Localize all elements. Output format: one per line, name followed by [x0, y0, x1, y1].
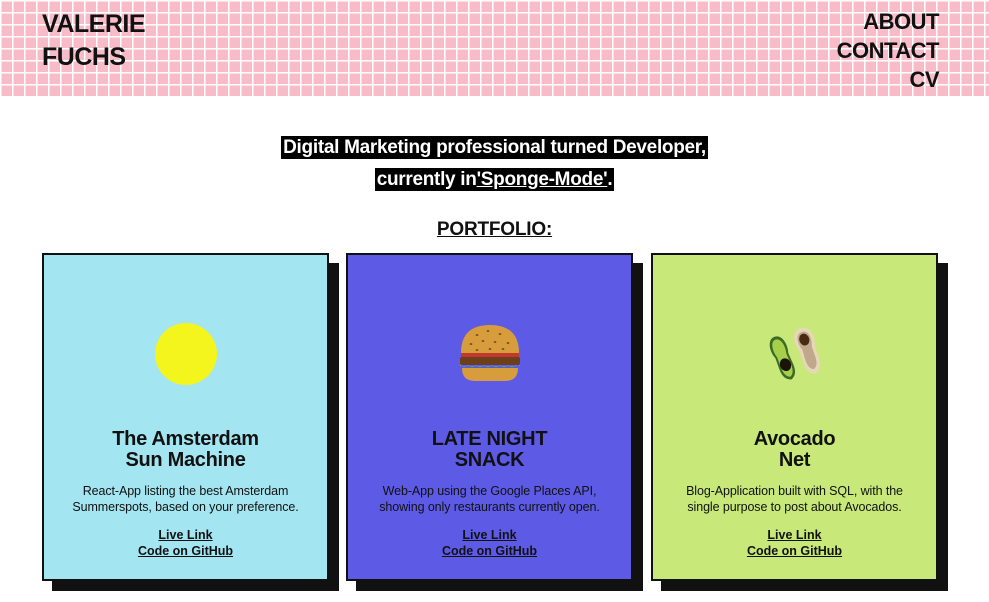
project-card-avocado-net: Avocado Net Blog-Application built with … [651, 253, 938, 581]
project-description: Web-App using the Google Places API, sho… [358, 483, 621, 515]
project-card-sun-machine: The Amsterdam Sun Machine React-App list… [42, 253, 329, 581]
header: VALERIE FUCHS ABOUT CONTACT CV [0, 0, 989, 96]
project-desc-line-2: showing only restaurants currently open. [379, 500, 600, 514]
nav-about-link[interactable]: ABOUT [837, 7, 939, 36]
project-card-late-night-snack: LATE NIGHT SNACK Web-App using the Googl… [346, 253, 633, 581]
live-link[interactable]: Live Link [348, 527, 631, 543]
tagline-line-2: currently in'Sponge-Mode'. [374, 168, 615, 191]
project-links: Live Link Code on GitHub [653, 527, 936, 559]
tagline-prefix: currently in [376, 169, 477, 190]
github-link[interactable]: Code on GitHub [44, 543, 327, 559]
project-desc-line-1: React-App listing the best Amsterdam [82, 484, 289, 498]
tagline-line-1: Digital Marketing professional turned De… [281, 136, 708, 159]
nav-contact-link[interactable]: CONTACT [837, 36, 940, 65]
main-nav: ABOUT CONTACT CV [837, 7, 940, 94]
project-title: LATE NIGHT SNACK [348, 429, 631, 471]
project-title: Avocado Net [653, 429, 936, 471]
project-title-line-1: LATE NIGHT [431, 428, 548, 450]
project-desc-line-2: Summerspots, based on your preference. [72, 500, 299, 514]
tagline-suffix: . [607, 169, 613, 190]
project-desc-line-1: Web-App using the Google Places API, [382, 484, 597, 498]
sponge-mode-text: 'Sponge-Mode' [476, 169, 608, 190]
avocado-icon [760, 319, 830, 389]
project-title-line-1: Avocado [753, 428, 836, 450]
github-link[interactable]: Code on GitHub [653, 543, 936, 559]
project-title-line-2: SNACK [454, 449, 525, 471]
project-title-line-2: Net [778, 449, 811, 471]
github-link[interactable]: Code on GitHub [348, 543, 631, 559]
nav-cv-link[interactable]: CV [837, 65, 939, 94]
live-link[interactable]: Live Link [653, 527, 936, 543]
logo-last-name: FUCHS [42, 43, 126, 71]
tagline: Digital Marketing professional turned De… [0, 132, 989, 196]
logo-first-name: VALERIE [42, 10, 146, 38]
project-links: Live Link Code on GitHub [348, 527, 631, 559]
live-link[interactable]: Live Link [44, 527, 327, 543]
project-title: The Amsterdam Sun Machine [44, 429, 327, 471]
project-title-line-1: The Amsterdam [112, 428, 259, 450]
burger-icon [455, 319, 525, 389]
portfolio-heading: PORTFOLIO: [436, 219, 553, 240]
project-title-line-2: Sun Machine [125, 449, 246, 471]
project-desc-line-1: Blog-Application built with SQL, with th… [686, 484, 903, 498]
sun-icon [151, 319, 221, 389]
site-logo[interactable]: VALERIE FUCHS [42, 8, 146, 74]
project-links: Live Link Code on GitHub [44, 527, 327, 559]
project-desc-line-2: single purpose to post about Avocados. [687, 500, 902, 514]
project-description: React-App listing the best Amsterdam Sum… [54, 483, 317, 515]
project-description: Blog-Application built with SQL, with th… [663, 483, 926, 515]
